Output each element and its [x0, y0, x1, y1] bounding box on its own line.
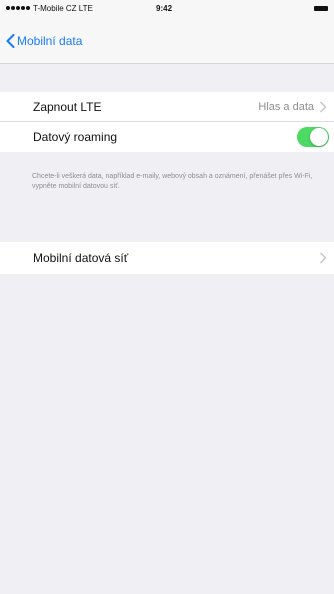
- back-button[interactable]: Mobilní data: [6, 34, 82, 48]
- back-button-label: Mobilní data: [17, 34, 83, 48]
- network-section: Mobilní datová síť: [0, 242, 334, 274]
- battery-icon: [314, 6, 328, 11]
- roaming-footer-text: Chcete-li veškerá data, například e-mail…: [32, 173, 313, 190]
- chevron-left-icon: [6, 34, 15, 48]
- lte-roaming-section: Zapnout LTE Hlas a data Datový roaming: [0, 92, 334, 152]
- carrier-label: T-Mobile CZ LTE: [33, 4, 93, 13]
- enable-lte-row[interactable]: Zapnout LTE Hlas a data: [0, 92, 334, 122]
- mobile-data-network-row[interactable]: Mobilní datová síť: [0, 242, 334, 274]
- navigation-bar: Mobilní data: [0, 20, 334, 64]
- signal-strength-icon: [6, 6, 30, 10]
- mobile-data-network-label: Mobilní datová síť: [33, 251, 129, 265]
- data-roaming-label: Datový roaming: [33, 130, 118, 144]
- enable-lte-label: Zapnout LTE: [33, 99, 102, 114]
- enable-lte-value: Hlas a data: [258, 101, 314, 113]
- data-roaming-row: Datový roaming: [0, 122, 334, 152]
- chevron-right-icon: [319, 101, 327, 113]
- chevron-right-icon: [319, 252, 327, 264]
- clock: 9:42: [156, 4, 173, 13]
- data-roaming-toggle[interactable]: [297, 127, 329, 147]
- toggle-knob: [310, 128, 328, 146]
- status-bar: T-Mobile CZ LTE 9:42: [0, 0, 334, 20]
